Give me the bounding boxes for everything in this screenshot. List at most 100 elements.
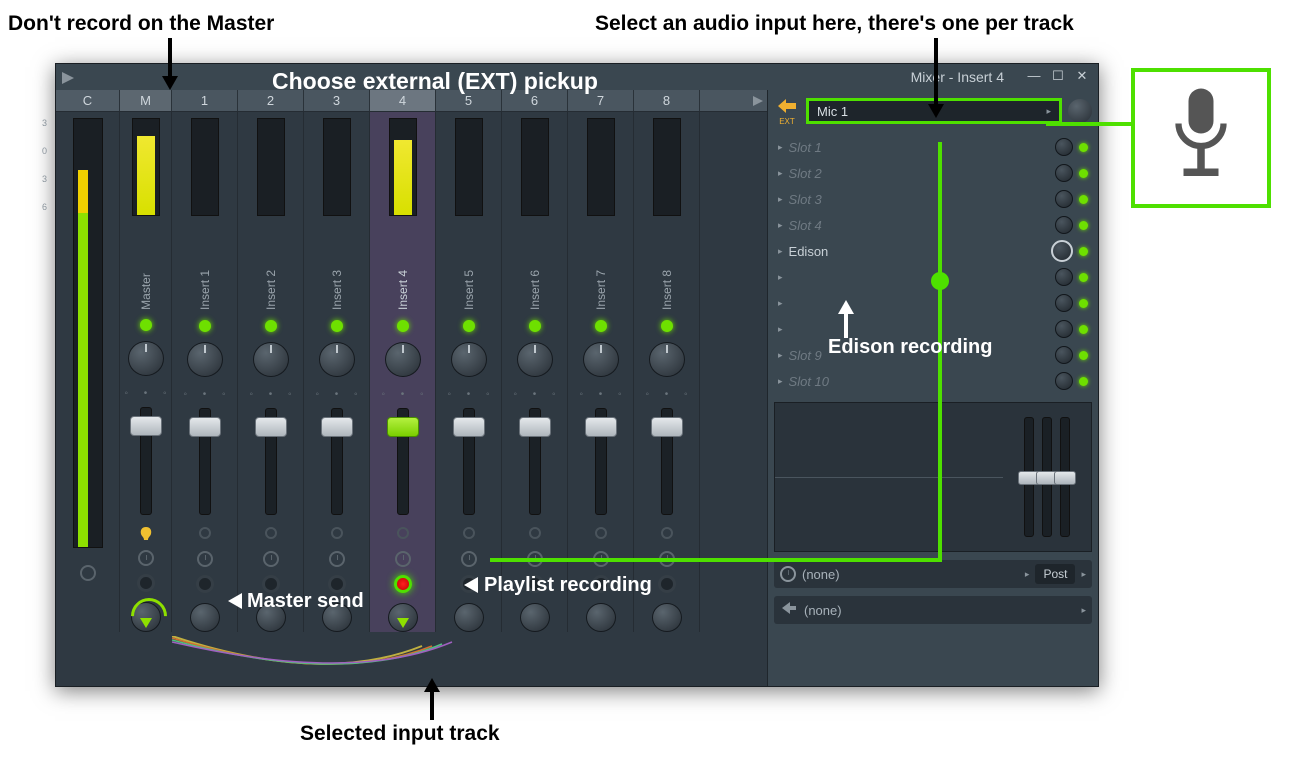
insert-fader[interactable]: [397, 408, 409, 516]
slot-mix-knob[interactable]: [1055, 216, 1073, 234]
minimize-button[interactable]: —: [1024, 69, 1044, 85]
slot-led[interactable]: [1079, 299, 1088, 308]
fx-slot-2[interactable]: ▸Slot 2: [774, 160, 1092, 186]
slot-mix-knob[interactable]: [1055, 346, 1073, 364]
fx-slot-1[interactable]: ▸Slot 1: [774, 134, 1092, 160]
input-gain-knob[interactable]: [1068, 99, 1092, 123]
header-master[interactable]: M: [120, 90, 172, 111]
slot-led[interactable]: [1079, 325, 1088, 334]
slot-led[interactable]: [1079, 143, 1088, 152]
insert-6-strip[interactable]: Insert 6 ◦•◦: [502, 112, 568, 632]
slot-led[interactable]: [1079, 247, 1088, 256]
insert-pan[interactable]: [649, 342, 685, 377]
insert-link[interactable]: ◦•◦: [382, 389, 424, 400]
master-strip[interactable]: Master ◦•◦: [120, 112, 172, 632]
slot-led[interactable]: [1079, 221, 1088, 230]
slot-led[interactable]: [1079, 169, 1088, 178]
insert-record[interactable]: [196, 575, 214, 593]
insert-link[interactable]: ◦•◦: [646, 389, 688, 400]
slot-mix-knob[interactable]: [1055, 372, 1073, 390]
insert-mute[interactable]: [529, 320, 541, 332]
insert-mute[interactable]: [199, 320, 211, 332]
fx-slot-3[interactable]: ▸Slot 3: [774, 186, 1092, 212]
insert-pan[interactable]: [451, 342, 487, 377]
insert-2-strip[interactable]: Insert 2 ◦•◦: [238, 112, 304, 632]
slot-mix-knob[interactable]: [1051, 240, 1073, 262]
fx-slot-5-edison[interactable]: ▸Edison: [774, 238, 1092, 264]
slot-led[interactable]: [1079, 273, 1088, 282]
fx-slot-10[interactable]: ▸Slot 10: [774, 368, 1092, 394]
insert-link[interactable]: ◦•◦: [448, 389, 490, 400]
output-value[interactable]: (none): [804, 603, 1075, 618]
insert-3-strip[interactable]: Insert 3 ◦•◦: [304, 112, 370, 632]
insert-link[interactable]: ◦•◦: [580, 389, 622, 400]
header-1[interactable]: 1: [172, 90, 238, 111]
output-icon[interactable]: [780, 601, 798, 620]
delay-icon[interactable]: [329, 551, 345, 567]
master-delay-icon[interactable]: [138, 550, 154, 566]
record-indicator-icon[interactable]: [79, 564, 97, 587]
master-record[interactable]: [137, 574, 155, 592]
insert-fader[interactable]: [199, 408, 211, 516]
dropdown-icon[interactable]: ▸: [1081, 605, 1086, 616]
insert-mute[interactable]: [661, 320, 673, 332]
insert-pan[interactable]: [187, 342, 223, 377]
insert-fader[interactable]: [661, 408, 673, 516]
fx-icon[interactable]: [397, 527, 409, 543]
insert-link[interactable]: ◦•◦: [250, 389, 292, 400]
insert-fader[interactable]: [463, 408, 475, 516]
eq-high-slider[interactable]: [1060, 417, 1070, 537]
insert-mute[interactable]: [397, 320, 409, 332]
delay-icon[interactable]: [395, 551, 411, 567]
insert-5-strip[interactable]: Insert 5 ◦•◦: [436, 112, 502, 632]
delay-icon[interactable]: [197, 551, 213, 567]
play-icon[interactable]: [62, 71, 74, 83]
fx-icon[interactable]: [331, 527, 343, 543]
delay-icon[interactable]: [263, 551, 279, 567]
ext-icon[interactable]: EXT: [774, 97, 800, 126]
delay-icon[interactable]: [461, 551, 477, 567]
insert-send[interactable]: [520, 603, 550, 632]
insert-link[interactable]: ◦•◦: [514, 389, 556, 400]
insert-send[interactable]: [190, 603, 220, 632]
insert-send[interactable]: [652, 603, 682, 632]
scroll-right-icon[interactable]: [700, 90, 767, 111]
insert-fader[interactable]: [529, 408, 541, 516]
header-current[interactable]: C: [56, 90, 120, 111]
insert-mute[interactable]: [265, 320, 277, 332]
insert-8-strip[interactable]: Insert 8 ◦•◦: [634, 112, 700, 632]
slot-mix-knob[interactable]: [1055, 138, 1073, 156]
insert-mute[interactable]: [331, 320, 343, 332]
eq-graph[interactable]: [775, 403, 1003, 551]
insert-record-armed[interactable]: [394, 575, 412, 593]
insert-send[interactable]: [454, 603, 484, 632]
clock-icon[interactable]: [780, 566, 796, 582]
fx-icon[interactable]: [661, 527, 673, 543]
slot-mix-knob[interactable]: [1055, 190, 1073, 208]
header-8[interactable]: 8: [634, 90, 700, 111]
insert-mute[interactable]: [463, 320, 475, 332]
maximize-button[interactable]: ☐: [1048, 69, 1068, 85]
insert-pan[interactable]: [253, 342, 289, 377]
insert-fader[interactable]: [265, 408, 277, 516]
dropdown-icon[interactable]: ▸: [1081, 569, 1086, 580]
insert-7-strip[interactable]: Insert 7 ◦•◦: [568, 112, 634, 632]
insert-fader[interactable]: [595, 408, 607, 516]
master-pan[interactable]: [128, 341, 164, 376]
insert-pan[interactable]: [385, 342, 421, 377]
slot-mix-knob[interactable]: [1055, 294, 1073, 312]
insert-pan[interactable]: [583, 342, 619, 377]
insert-fader[interactable]: [331, 408, 343, 516]
eq-section[interactable]: [774, 402, 1092, 552]
slot-led[interactable]: [1079, 195, 1088, 204]
insert-4-strip[interactable]: Insert 4 ◦•◦: [370, 112, 436, 632]
time-value[interactable]: (none): [802, 567, 1019, 582]
eq-mid-slider[interactable]: [1042, 417, 1052, 537]
master-fader[interactable]: [140, 407, 152, 514]
slot-mix-knob[interactable]: [1055, 268, 1073, 286]
insert-pan[interactable]: [517, 342, 553, 377]
slot-led[interactable]: [1079, 377, 1088, 386]
master-fx-icon[interactable]: [139, 525, 153, 545]
eq-low-slider[interactable]: [1024, 417, 1034, 537]
fx-slot-4[interactable]: ▸Slot 4: [774, 212, 1092, 238]
